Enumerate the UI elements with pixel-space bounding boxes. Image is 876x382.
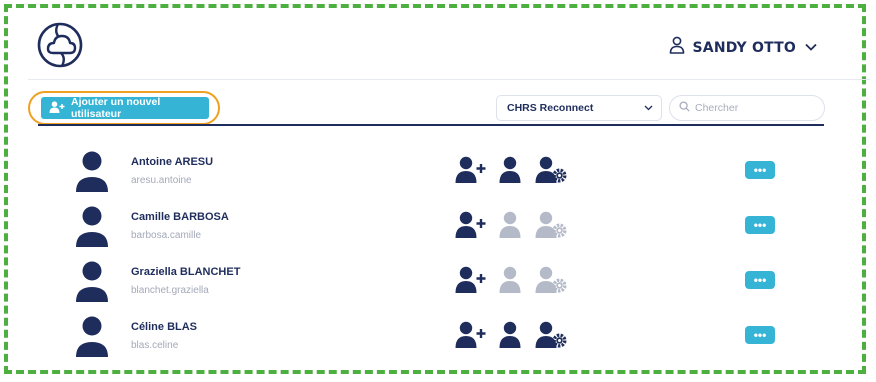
user-name: Céline BLAS — [131, 321, 198, 333]
add-user-button[interactable]: Ajouter un nouvel utilisateur — [41, 96, 209, 120]
more-options-button[interactable]: ••• — [745, 326, 775, 344]
user-plus-icon[interactable] — [455, 266, 487, 299]
user-menu-name: SANDY OTTO — [692, 39, 796, 56]
user-name: Graziella BLANCHET — [131, 266, 241, 278]
add-user-button-label: Ajouter un nouvel utilisateur — [71, 96, 161, 120]
avatar — [73, 150, 111, 194]
user-icon[interactable] — [498, 211, 522, 244]
user-row: Graziella BLANCHET blanchet.graziella ••… — [0, 260, 876, 310]
user-menu[interactable]: SANDY OTTO — [669, 36, 818, 59]
user-login: blanchet.graziella — [131, 285, 209, 296]
user-gear-icon[interactable] — [535, 156, 569, 189]
user-outline-icon — [669, 36, 685, 59]
avatar — [73, 315, 111, 359]
user-icon[interactable] — [498, 321, 522, 354]
user-gear-icon[interactable] — [535, 266, 569, 299]
user-login: blas.celine — [131, 340, 179, 351]
user-row: Camille BARBOSA barbosa.camille ••• — [0, 205, 876, 255]
user-plus-icon[interactable] — [455, 156, 487, 189]
search-box[interactable] — [669, 95, 825, 121]
user-gear-icon[interactable] — [535, 321, 569, 354]
user-row: Antoine ARESU aresu.antoine ••• — [0, 150, 876, 200]
chevron-down-icon — [644, 102, 653, 114]
user-plus-icon[interactable] — [455, 211, 487, 244]
organization-select[interactable]: CHRS Reconnect — [496, 95, 662, 121]
user-name: Camille BARBOSA — [131, 211, 229, 223]
more-options-button[interactable]: ••• — [745, 216, 775, 234]
user-plus-icon — [49, 100, 65, 116]
user-plus-icon[interactable] — [455, 321, 487, 354]
avatar — [73, 260, 111, 304]
app-logo[interactable] — [34, 20, 86, 70]
organization-select-value: CHRS Reconnect — [507, 102, 594, 114]
chevron-down-icon — [804, 39, 818, 57]
header-divider — [28, 79, 870, 80]
user-row: Céline BLAS blas.celine ••• — [0, 315, 876, 365]
more-options-button[interactable]: ••• — [745, 161, 775, 179]
search-input[interactable] — [695, 102, 815, 114]
user-name: Antoine ARESU — [131, 156, 214, 168]
user-icon[interactable] — [498, 156, 522, 189]
user-icon[interactable] — [498, 266, 522, 299]
user-login: barbosa.camille — [131, 230, 202, 241]
avatar — [73, 205, 111, 249]
toolbar-underline — [38, 124, 824, 126]
user-login: aresu.antoine — [131, 175, 192, 186]
more-options-button[interactable]: ••• — [745, 271, 775, 289]
search-icon — [679, 99, 690, 117]
user-gear-icon[interactable] — [535, 211, 569, 244]
